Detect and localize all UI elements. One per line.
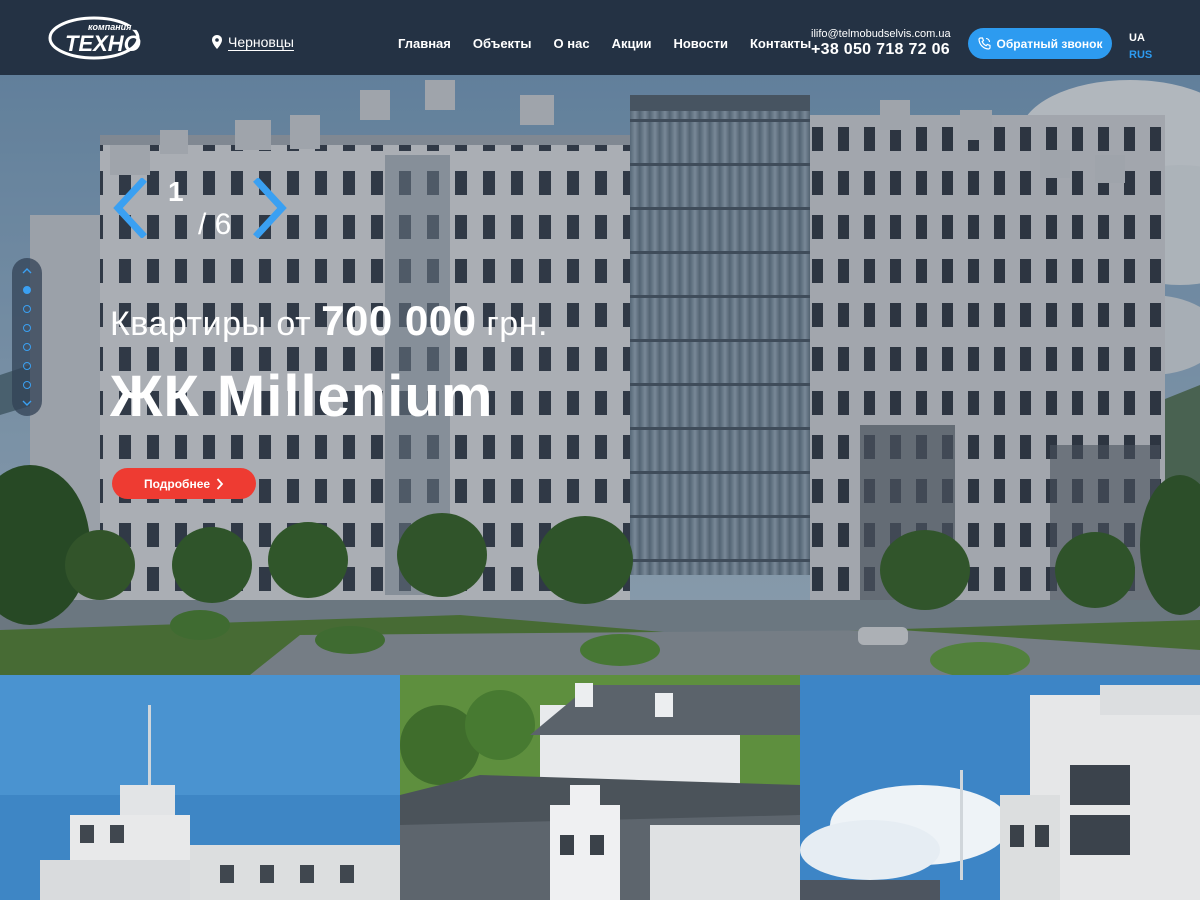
lang-rus[interactable]: RUS [1129, 47, 1152, 64]
city-name[interactable]: Черновцы [228, 34, 294, 50]
contact-email[interactable]: ilifo@telmobudselvis.com.ua [811, 28, 951, 40]
slide-dot-4[interactable] [23, 343, 31, 351]
more-details-button[interactable]: Подробнее [112, 468, 256, 499]
slide-counter-current: 1 [168, 176, 184, 207]
contact-phone[interactable]: +38 050 718 72 06 [811, 41, 951, 59]
phone-icon [977, 37, 991, 50]
project-tile-3[interactable] [800, 675, 1200, 900]
slide-dot-1[interactable] [23, 286, 31, 294]
location-pin-icon [212, 35, 222, 49]
slide-dot-5[interactable] [23, 362, 31, 370]
nav-item-promotions[interactable]: Акции [612, 36, 652, 51]
hero-slider: 1 / 6 Квартиры от 700 000 грн. ЖК Millen… [0, 75, 1200, 675]
chevron-down-icon[interactable] [22, 400, 32, 406]
contact-info: ilifo@telmobudselvis.com.ua +38 050 718 … [811, 28, 951, 59]
chevron-up-icon[interactable] [22, 268, 32, 274]
nav-item-news[interactable]: Новости [673, 36, 728, 51]
chevron-right-small-icon [216, 477, 224, 490]
slide-dot-2[interactable] [23, 305, 31, 313]
hero-subtitle: Квартиры от 700 000 грн. [110, 297, 548, 345]
logo[interactable]: компания ТЕХНО [48, 14, 143, 60]
language-switcher: UA RUS [1129, 30, 1152, 64]
chevron-right-icon[interactable] [252, 178, 288, 238]
nav-item-objects[interactable]: Объекты [473, 36, 532, 51]
more-details-label: Подробнее [143, 476, 211, 491]
slide-dot-6[interactable] [23, 381, 31, 389]
lang-ua[interactable]: UA [1129, 30, 1152, 47]
callback-label: Обратный звонок [996, 36, 1103, 51]
hero-title: ЖК Millenium [110, 364, 494, 429]
nav-item-home[interactable]: Главная [398, 36, 451, 51]
hero-subtitle-suffix: грн. [476, 305, 548, 343]
main-nav: Главная Объекты О нас Акции Новости Конт… [398, 36, 811, 51]
hero-price: 700 000 [321, 297, 477, 344]
slide-dot-3[interactable] [23, 324, 31, 332]
logo-brand-text: ТЕХНО [65, 31, 141, 56]
hero-subtitle-prefix: Квартиры от [110, 305, 322, 343]
project-image-1 [0, 675, 400, 900]
nav-item-about[interactable]: О нас [554, 36, 590, 51]
chevron-left-icon[interactable] [112, 178, 148, 238]
city-selector[interactable]: Черновцы [212, 34, 294, 50]
project-tiles [0, 675, 1200, 900]
slider-controls: 1 / 6 [112, 176, 292, 248]
project-image-3 [800, 675, 1200, 900]
nav-item-contacts[interactable]: Контакты [750, 36, 811, 51]
project-tile-1[interactable] [0, 675, 400, 900]
project-tile-2[interactable] [400, 675, 800, 900]
callback-button[interactable]: Обратный звонок [968, 28, 1112, 59]
slide-dots-nav [12, 258, 42, 416]
slide-counter-total: / 6 [198, 208, 232, 241]
site-header: компания ТЕХНО Черновцы Главная Объекты … [0, 0, 1200, 75]
project-image-2 [400, 675, 800, 900]
